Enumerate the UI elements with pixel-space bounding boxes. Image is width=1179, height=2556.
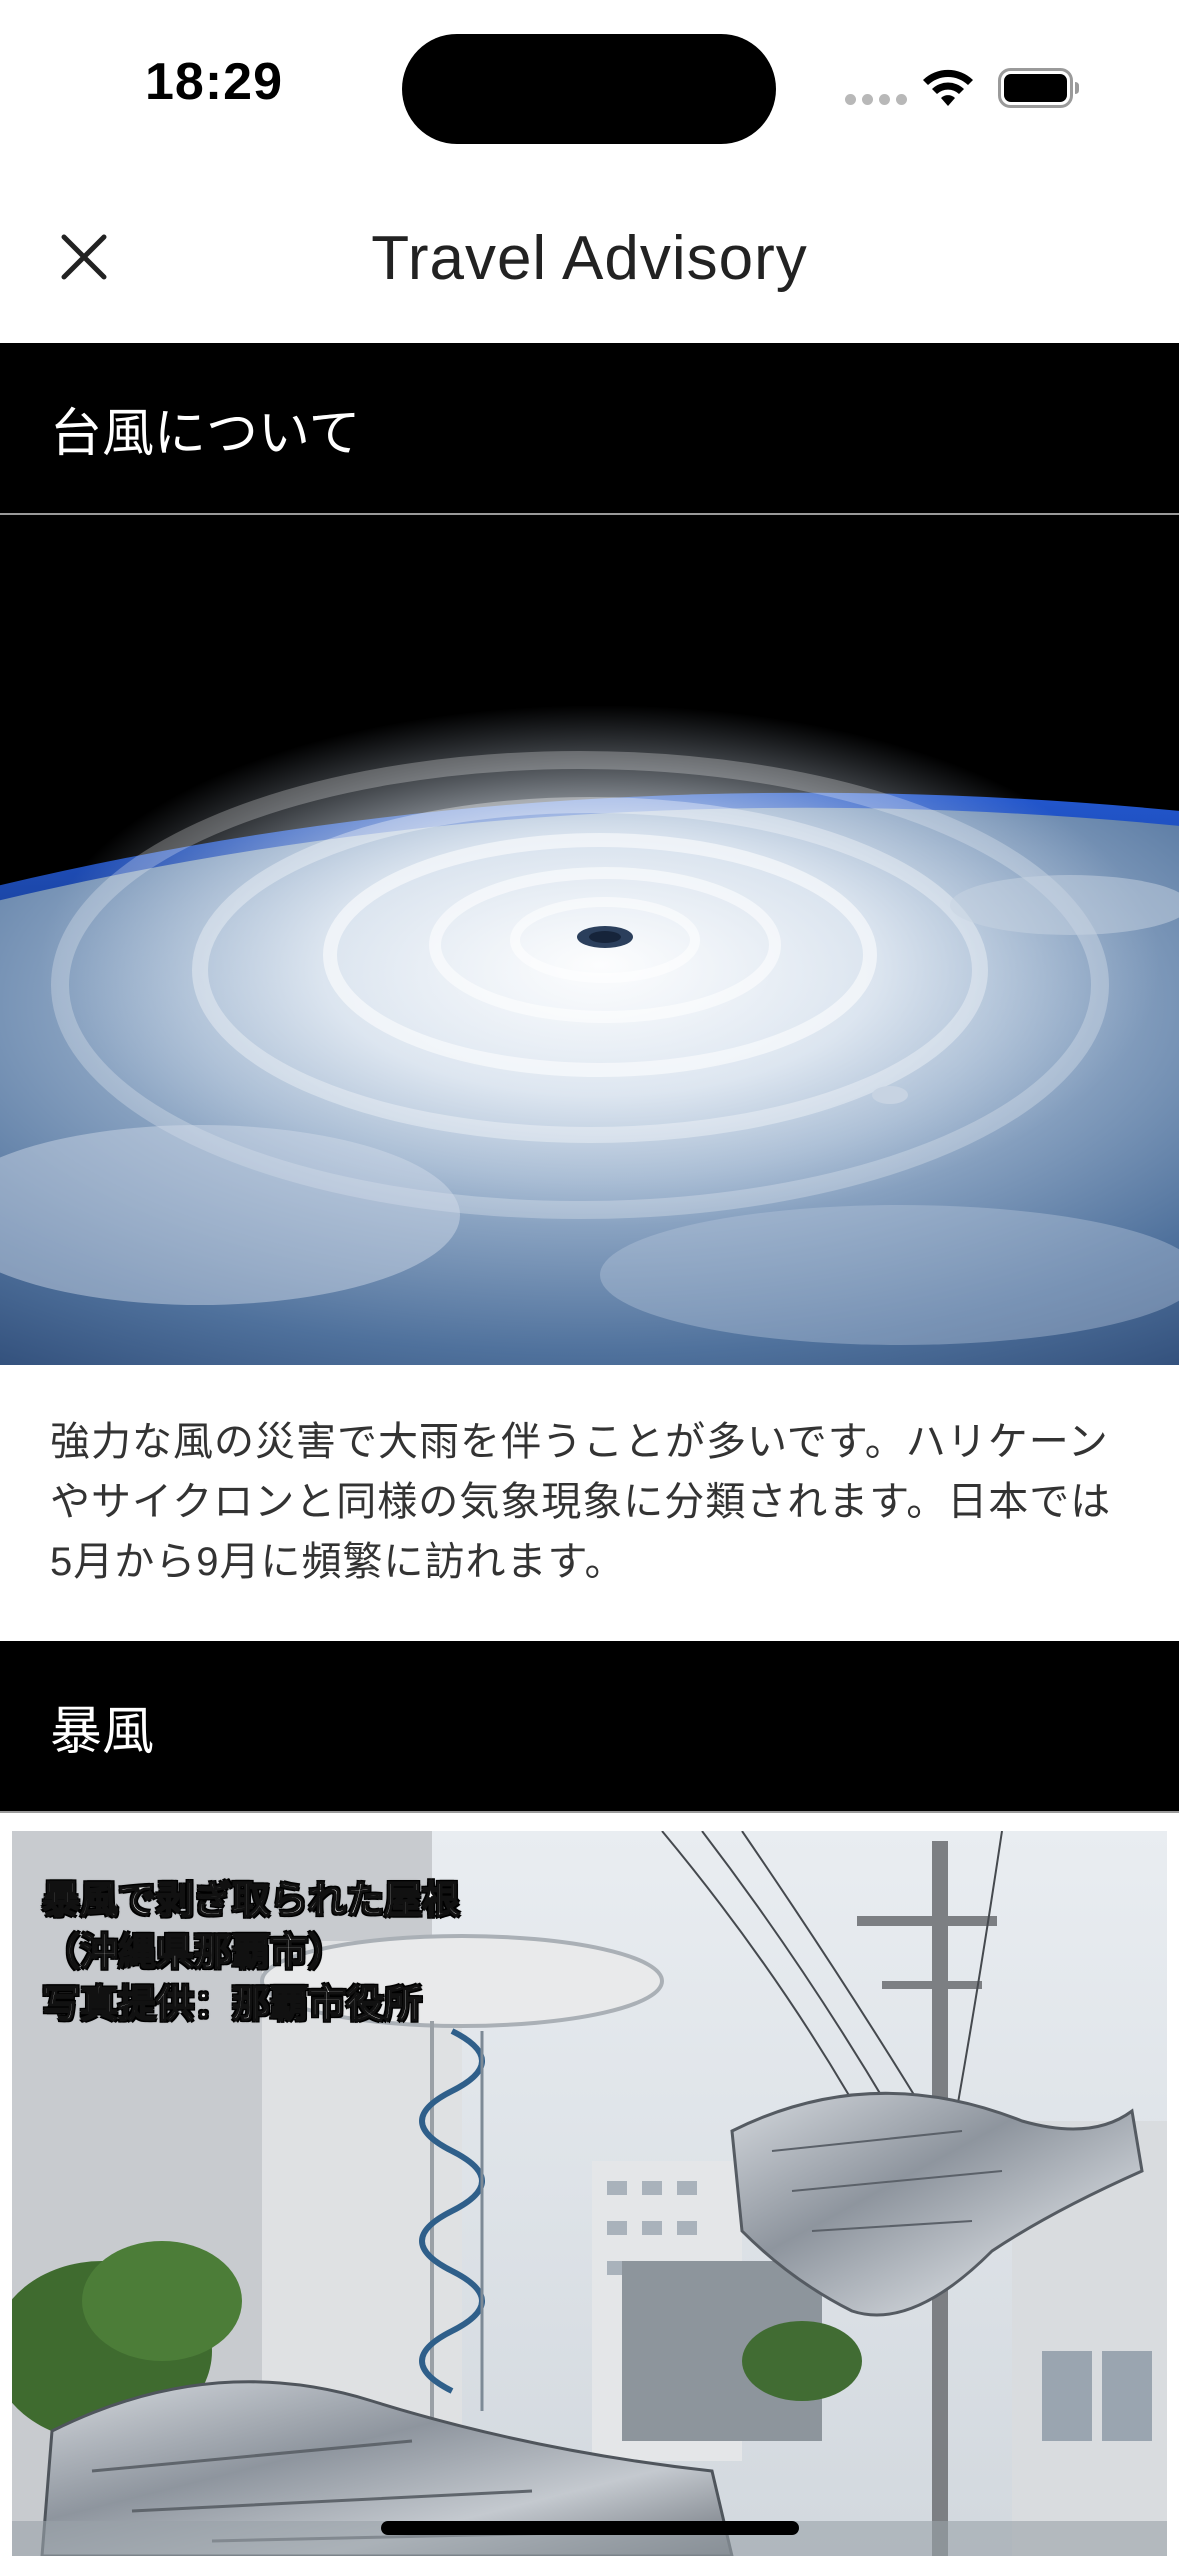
- page-title: Travel Advisory: [371, 224, 808, 293]
- photo-caption: 暴風で剥ぎ取られた屋根 （沖縄県那覇市） 写真提供：那覇市役所: [41, 1875, 461, 2031]
- typhoon-description: 強力な風の災害で大雨を伴うことが多いです。ハリケーンやサイクロンと同様の気象現象…: [50, 1420, 1112, 1584]
- section-heading-typhoon: 台風について: [0, 343, 1179, 515]
- typhoon-satellite-image: [0, 515, 1179, 1365]
- status-bar: 18:29: [0, 0, 1179, 175]
- home-indicator[interactable]: [381, 2521, 799, 2535]
- status-time: 18:29: [145, 53, 283, 111]
- nav-header: Travel Advisory: [0, 175, 1179, 343]
- photo-caption-line: 暴風で剥ぎ取られた屋根: [41, 1879, 461, 1923]
- dynamic-island: [402, 34, 776, 144]
- wifi-icon: [923, 69, 973, 106]
- cellular-signal-icon: [845, 94, 907, 105]
- storm-photo-container: 暴風で剥ぎ取られた屋根 （沖縄県那覇市） 写真提供：那覇市役所: [0, 1813, 1179, 2556]
- photo-caption-line: （沖縄県那覇市）: [41, 1931, 347, 1975]
- section-heading-label: 暴風: [50, 1702, 155, 1761]
- photo-caption-line: 写真提供：那覇市役所: [41, 1983, 423, 2027]
- section-heading-label: 台風について: [50, 404, 361, 463]
- battery-icon: [998, 68, 1079, 108]
- storm-damage-photo: 暴風で剥ぎ取られた屋根 （沖縄県那覇市） 写真提供：那覇市役所: [12, 1831, 1167, 2556]
- section-heading-windstorm: 暴風: [0, 1641, 1179, 1813]
